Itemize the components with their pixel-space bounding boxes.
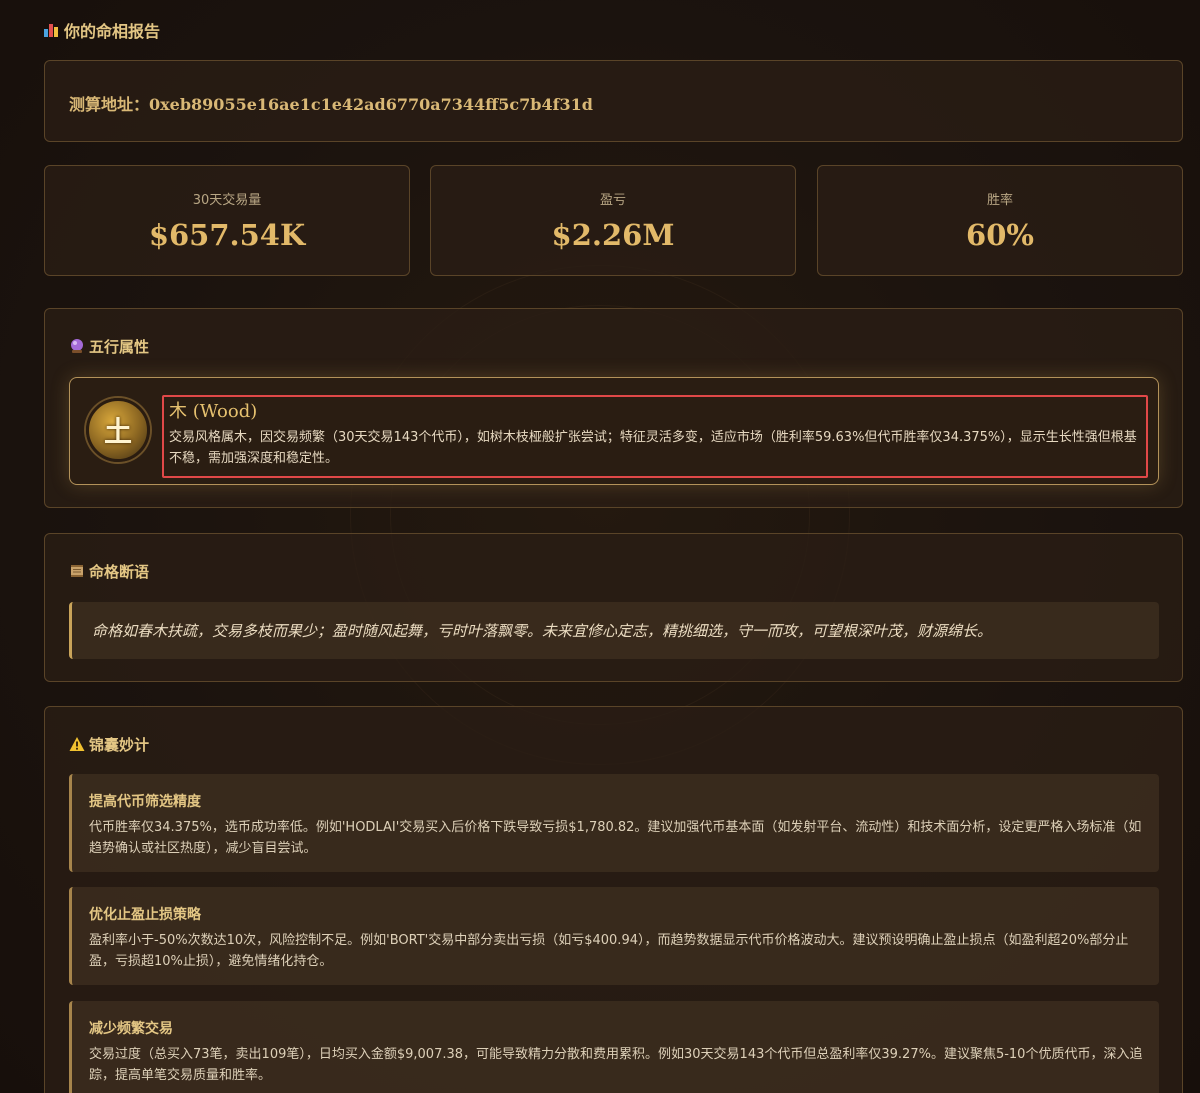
five-elements-title: 五行属性 xyxy=(69,335,149,357)
section-title-text: 命格断语 xyxy=(89,562,150,581)
tips-title: 锦囊妙计 xyxy=(69,733,149,755)
bar-chart-icon xyxy=(44,23,60,37)
fate-card: 命格断语 命格如春木扶疏，交易多枝而果少；盈时随风起舞，亏时叶落飘零。未来宜修心… xyxy=(44,533,1183,682)
element-seal-icon: 土 xyxy=(86,398,150,462)
page-title-text: 你的命相报告 xyxy=(64,22,161,41)
stat-volume: 30天交易量 $657.54K xyxy=(44,165,410,276)
tip-body: 交易过度（总买入73笔，卖出109笔），日均买入金额$9,007.38，可能导致… xyxy=(89,1047,1143,1083)
fate-quote-text: 命格如春木扶疏，交易多枝而果少；盈时随风起舞，亏时叶落飘零。未来宜修心定志，精挑… xyxy=(92,622,993,640)
tip-item: 减少频繁交易 交易过度（总买入73笔，卖出109笔），日均买入金额$9,007.… xyxy=(69,1001,1159,1093)
stat-value: 60% xyxy=(966,218,1034,252)
stat-value: $657.54K xyxy=(148,218,306,252)
warning-icon xyxy=(69,737,85,751)
five-elements-card: 五行属性 土 木 (Wood) 交易风格属木，因交易频繁（30天交易143个代币… xyxy=(44,308,1183,508)
tips-card: 锦囊妙计 提高代币筛选精度 代币胜率仅34.375%，选币成功率低。例如'HOD… xyxy=(44,706,1183,1093)
section-title-text: 锦囊妙计 xyxy=(89,735,150,754)
stat-label: 盈亏 xyxy=(599,193,626,208)
tip-body: 盈利率小于-50%次数达10次，风险控制不足。例如'BORT'交易中部分卖出亏损… xyxy=(89,933,1129,969)
section-title-text: 五行属性 xyxy=(89,337,150,356)
stat-label: 胜率 xyxy=(986,193,1013,208)
tip-title: 减少频繁交易 xyxy=(89,1021,173,1037)
fate-title: 命格断语 xyxy=(69,560,149,582)
crystal-ball-icon xyxy=(71,339,83,353)
stat-winrate: 胜率 60% xyxy=(817,165,1183,276)
page-title: 你的命相报告 xyxy=(44,18,160,42)
element-description: 交易风格属木，因交易频繁（30天交易143个代币），如树木枝桠般扩张尝试；特征灵… xyxy=(169,430,1137,466)
stat-value: $2.26M xyxy=(551,218,675,252)
fate-quote: 命格如春木扶疏，交易多枝而果少；盈时随风起舞，亏时叶落飘零。未来宜修心定志，精挑… xyxy=(69,602,1159,659)
element-box: 土 木 (Wood) 交易风格属木，因交易频繁（30天交易143个代币），如树木… xyxy=(69,377,1159,485)
tip-body: 代币胜率仅34.375%，选币成功率低。例如'HODLAI'交易买入后价格下跌导… xyxy=(89,820,1142,856)
wallet-address[interactable]: 测算地址：0xeb89055e16ae1c1e42ad6770a7344ff5c… xyxy=(69,91,593,115)
tip-item: 优化止盈止损策略 盈利率小于-50%次数达10次，风险控制不足。例如'BORT'… xyxy=(69,887,1159,985)
tip-item: 提高代币筛选精度 代币胜率仅34.375%，选币成功率低。例如'HODLAI'交… xyxy=(69,774,1159,872)
stat-label: 30天交易量 xyxy=(192,193,262,208)
scroll-icon xyxy=(71,565,83,577)
stat-pnl: 盈亏 $2.26M xyxy=(430,165,796,276)
tip-title: 提高代币筛选精度 xyxy=(89,794,201,810)
address-card: 测算地址：0xeb89055e16ae1c1e42ad6770a7344ff5c… xyxy=(44,60,1183,142)
element-name: 木 (Wood) xyxy=(169,401,258,422)
tip-title: 优化止盈止损策略 xyxy=(89,907,201,923)
